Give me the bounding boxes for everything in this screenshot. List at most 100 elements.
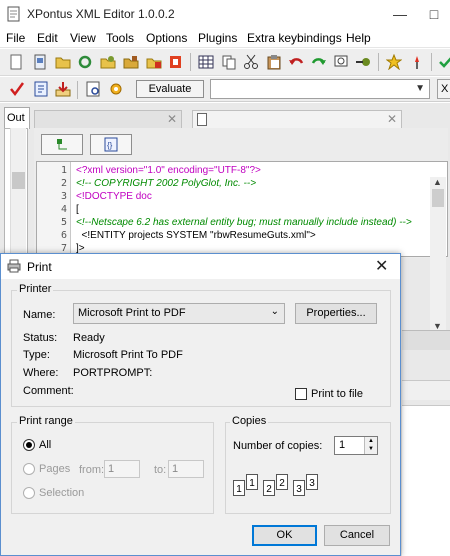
settings-icon[interactable] [108, 81, 124, 97]
printer-icon [7, 259, 21, 273]
from-page-input[interactable]: 1 [104, 460, 140, 478]
copies-spinner[interactable]: 1 ▲ ▼ [334, 436, 378, 455]
chevron-down-icon: ⌄ [270, 306, 279, 317]
code-line: [ [76, 204, 79, 215]
menu-options[interactable]: Options [146, 31, 187, 45]
find-icon[interactable] [333, 54, 349, 70]
all-radio[interactable] [23, 439, 35, 451]
x-button[interactable]: X [437, 79, 450, 99]
collate-page: 1 [246, 474, 258, 490]
goto-icon[interactable] [355, 54, 371, 70]
pages-radio[interactable] [23, 463, 35, 475]
code-line: <!ENTITY projects SYSTEM "rbwResumeGuts.… [76, 230, 316, 241]
scrollbar-thumb[interactable] [432, 189, 444, 207]
name-label: Name: [23, 309, 56, 321]
horizontal-scrollbar[interactable] [402, 330, 450, 350]
close-icon[interactable]: ✕ [387, 112, 397, 126]
export-icon[interactable] [168, 54, 184, 70]
app-icon [7, 6, 20, 22]
copies-value: 1 [339, 439, 346, 451]
window-title: XPontus XML Editor 1.0.0.2 [27, 7, 175, 21]
grid-icon[interactable] [198, 54, 214, 70]
refresh-icon[interactable] [77, 54, 93, 70]
to-page-input[interactable]: 1 [168, 460, 204, 478]
status-value: Ready [73, 332, 105, 344]
document-tab-2[interactable]: ✕ [192, 110, 402, 128]
format-code-icon: {} [104, 137, 118, 152]
outline-tab[interactable]: Out [4, 107, 30, 129]
print-dialog: Print ✕ Printer Name: Microsoft Print to… [0, 253, 401, 556]
minimize-button[interactable]: — [384, 0, 416, 28]
open-folder-icon[interactable] [55, 54, 71, 70]
validate-icon[interactable] [438, 54, 450, 70]
cancel-button[interactable]: Cancel [324, 525, 390, 546]
status-label: Status: [23, 332, 58, 344]
save-as-icon[interactable] [146, 54, 162, 70]
check-icon[interactable] [9, 81, 25, 97]
spin-down-icon[interactable]: ▼ [364, 445, 377, 454]
pages-label: Pages [39, 463, 71, 475]
tree-indent-icon [57, 139, 67, 150]
dialog-title-bar: Print ✕ [1, 254, 400, 279]
collate-page: 1 [233, 480, 245, 496]
selection-label: Selection [39, 487, 85, 499]
menu-plugins[interactable]: Plugins [198, 31, 237, 45]
close-icon[interactable]: ✕ [375, 256, 388, 276]
undo-icon[interactable] [288, 54, 304, 70]
where-value: PORTPROMPT: [73, 367, 153, 379]
xpath-icon[interactable] [85, 81, 101, 97]
menu-help[interactable]: Help [346, 31, 371, 45]
ok-button[interactable]: OK [252, 525, 317, 546]
code-line: <!-- COPYRIGHT 2002 PolyGlot, Inc. --> [76, 178, 257, 189]
printer-name-value: Microsoft Print to PDF [78, 307, 186, 319]
type-value: Microsoft Print To PDF [73, 349, 183, 361]
printer-name-select[interactable]: Microsoft Print to PDF ⌄ [73, 303, 285, 324]
from-label: from: [79, 464, 105, 476]
print-to-file-checkbox[interactable] [295, 388, 307, 400]
comment-label: Comment: [23, 385, 74, 397]
code-line: <!DOCTYPE doc [76, 191, 152, 202]
editor-scrollbar[interactable]: ▲ ▼ [430, 177, 446, 337]
collate-page: 2 [263, 480, 275, 496]
properties-button[interactable]: Properties... [295, 303, 377, 324]
scrollbar-thumb[interactable] [12, 172, 25, 189]
cut-icon[interactable] [243, 54, 259, 70]
outline-scrollbar[interactable] [10, 128, 26, 258]
line-number: 5 [60, 217, 67, 228]
new-template-icon[interactable] [32, 54, 48, 70]
maximize-button[interactable]: □ [418, 0, 450, 28]
all-label: All [39, 439, 52, 451]
download-icon[interactable] [55, 81, 71, 97]
redo-icon[interactable] [311, 54, 327, 70]
pin-icon[interactable] [409, 54, 425, 70]
document-tab-1[interactable]: ✕ [34, 110, 182, 128]
menu-tools[interactable]: Tools [106, 31, 134, 45]
code-editor[interactable]: 1 2 3 4 5 6 7 <?xml version="1.0" encodi… [36, 161, 448, 258]
star-icon[interactable] [386, 54, 402, 70]
to-label: to: [154, 464, 167, 476]
menu-extra-keybindings[interactable]: Extra keybindings [247, 31, 342, 45]
scroll-up-icon[interactable]: ▲ [433, 177, 442, 187]
paste-icon[interactable] [266, 54, 282, 70]
schema-icon[interactable] [33, 81, 49, 97]
menu-edit[interactable]: Edit [37, 31, 58, 45]
bottom-panel-header [402, 380, 450, 400]
format-button[interactable]: {} [90, 134, 132, 155]
copies-group-label: Copies [230, 415, 269, 427]
selection-radio[interactable] [23, 487, 35, 499]
menu-file[interactable]: File [6, 31, 25, 45]
collate-page: 3 [293, 480, 305, 496]
menu-view[interactable]: View [70, 31, 96, 45]
new-file-icon[interactable] [8, 54, 24, 70]
xpath-expression-combo[interactable]: ▼ [210, 79, 430, 99]
line-number: 2 [60, 178, 67, 189]
save-remote-icon[interactable] [123, 54, 139, 70]
collate-page: 2 [276, 474, 288, 490]
printer-group-label: Printer [17, 283, 54, 295]
open-remote-icon[interactable] [100, 54, 116, 70]
copy-icon[interactable] [221, 54, 237, 70]
close-icon[interactable]: ✕ [167, 112, 177, 126]
evaluate-button[interactable]: Evaluate [136, 80, 204, 98]
indent-button[interactable] [41, 134, 83, 155]
line-number: 1 [60, 165, 67, 176]
